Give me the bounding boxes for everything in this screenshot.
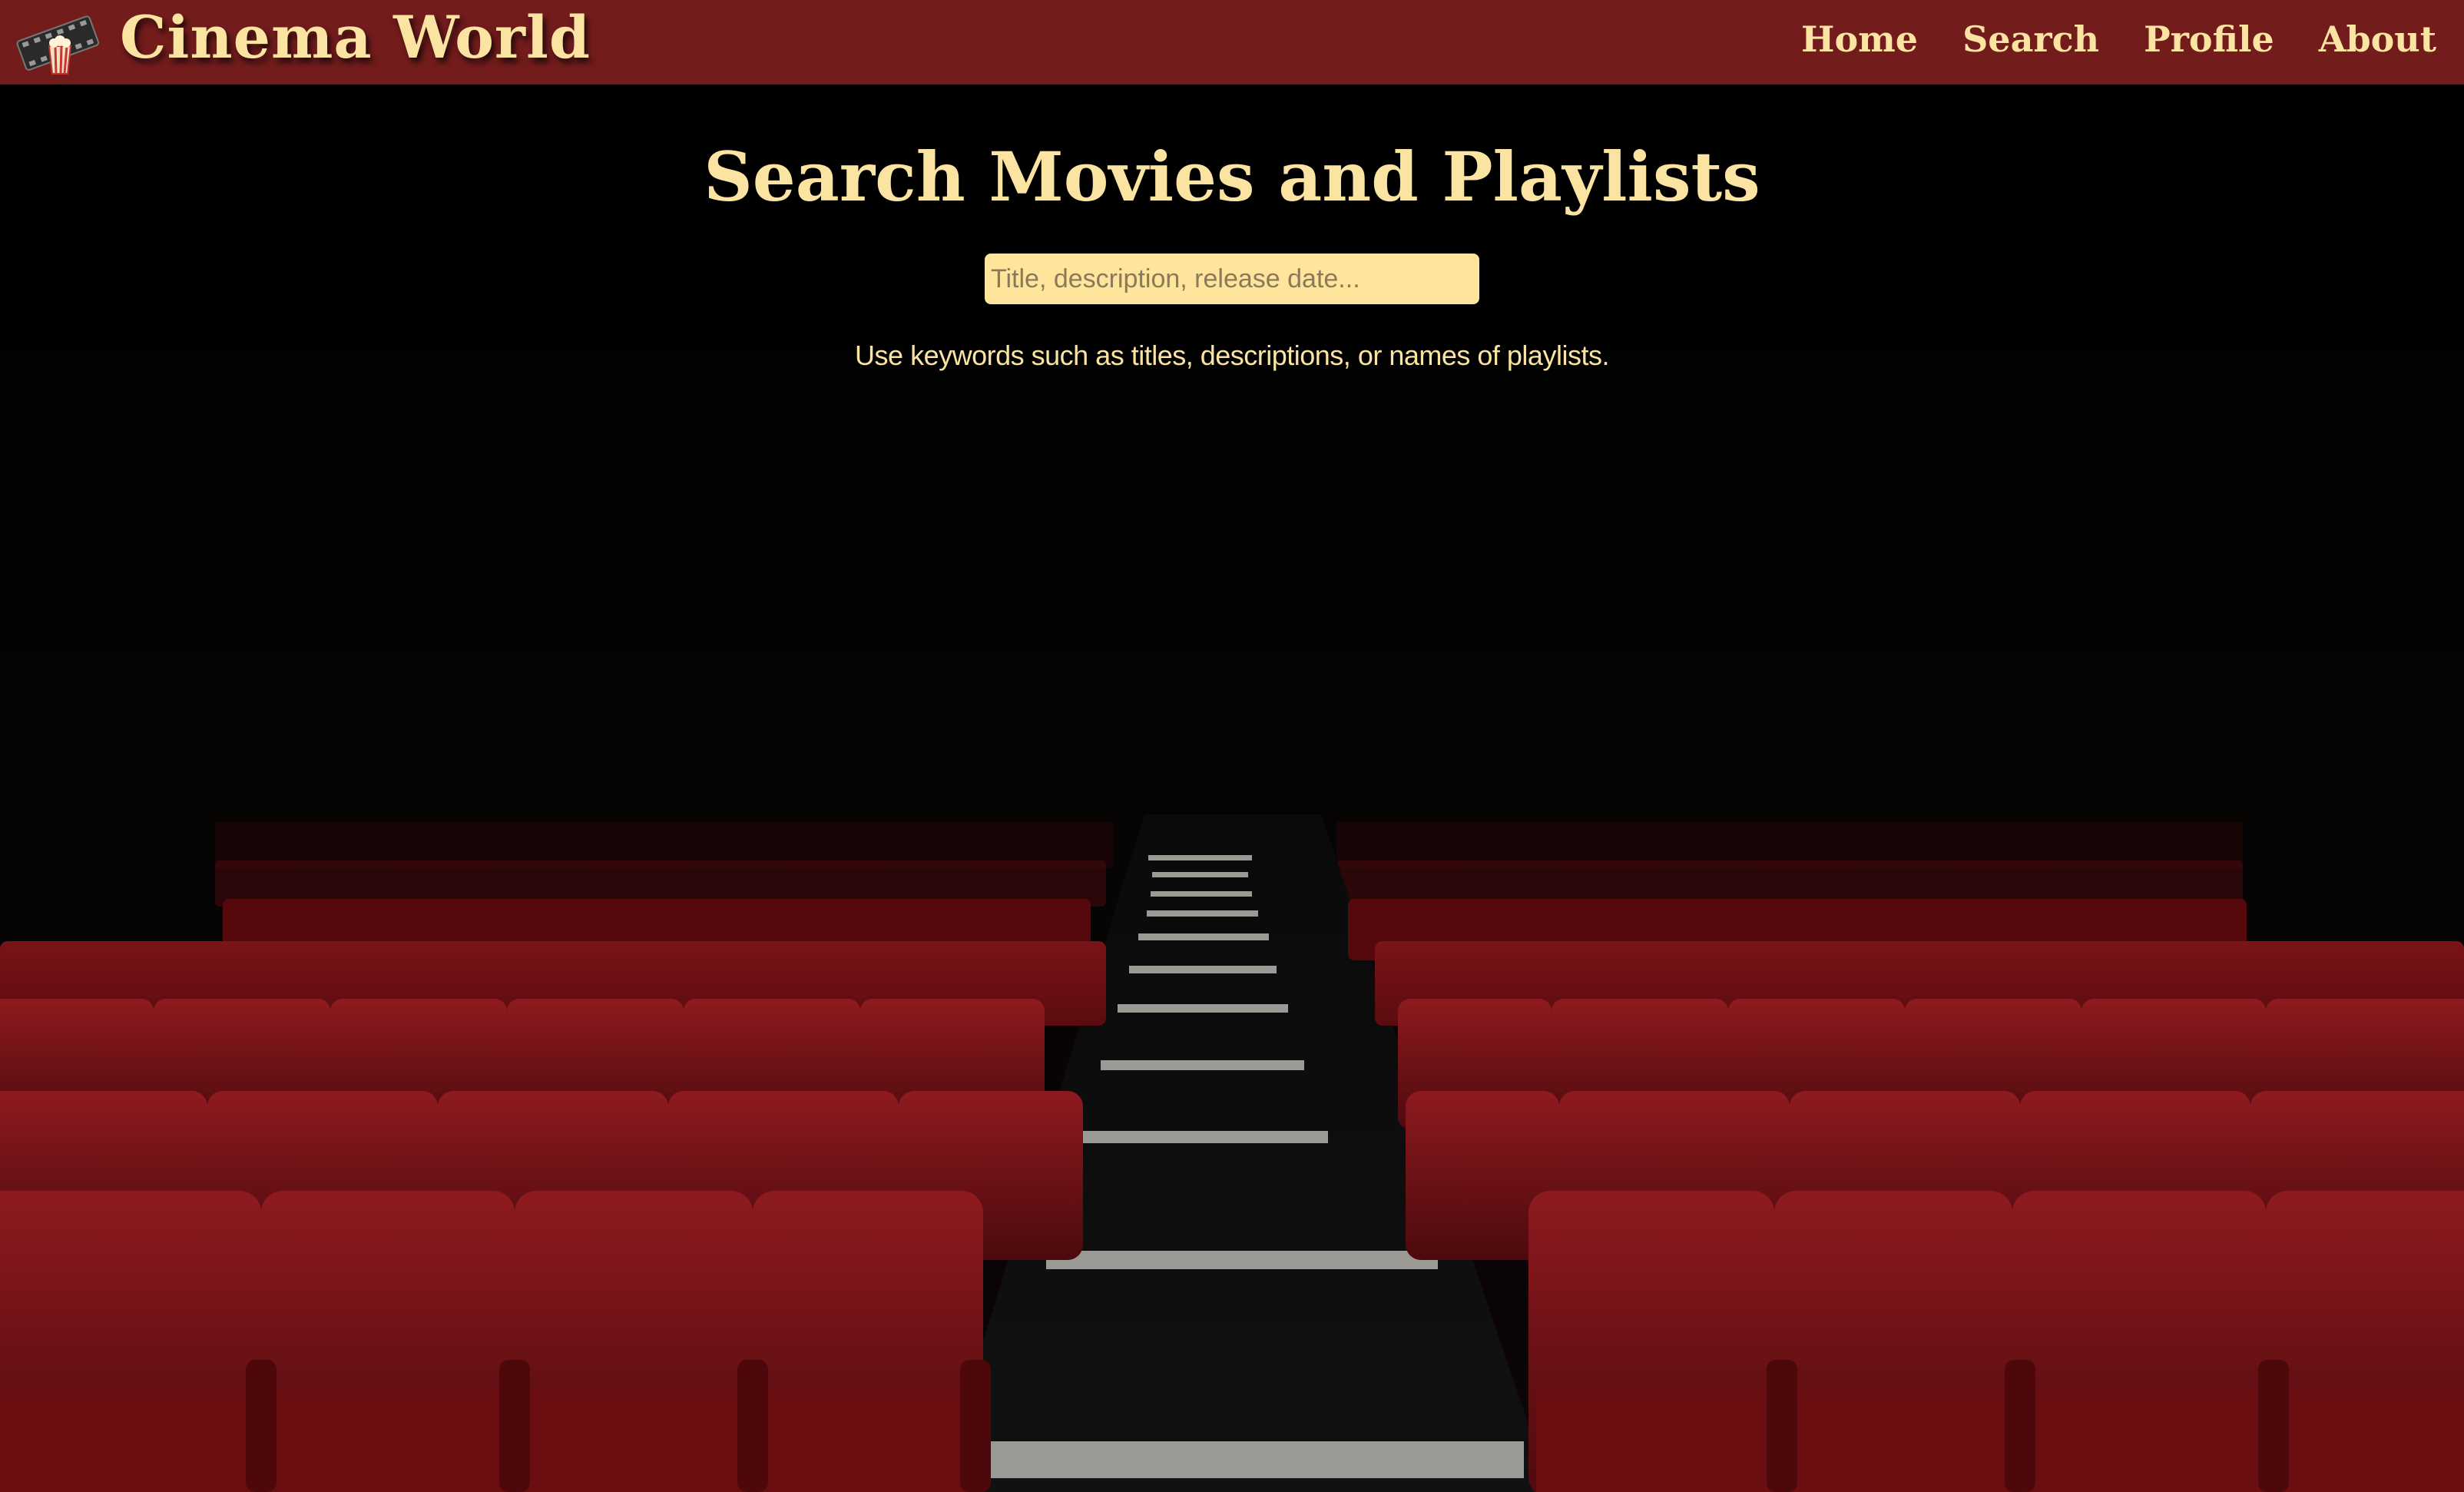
page: Cinema World Home Search Profile About S… — [0, 0, 2464, 1492]
nav-profile-link[interactable]: Profile — [2144, 18, 2274, 60]
top-navbar: Cinema World Home Search Profile About — [0, 0, 2464, 85]
page-title: Search Movies and Playlists — [704, 137, 1760, 217]
nav-about-link[interactable]: About — [2319, 18, 2436, 60]
search-input[interactable] — [985, 254, 1479, 304]
film-reel-popcorn-icon[interactable] — [15, 12, 101, 77]
nav-home-link[interactable]: Home — [1801, 18, 1918, 60]
nav-search-link[interactable]: Search — [1962, 18, 2099, 60]
brand-title[interactable]: Cinema World — [120, 3, 591, 72]
nav-links: Home Search Profile About — [1801, 12, 2436, 66]
search-hint: Use keywords such as titles, description… — [855, 340, 1609, 371]
search-section: Search Movies and Playlists Use keywords… — [0, 85, 2464, 372]
